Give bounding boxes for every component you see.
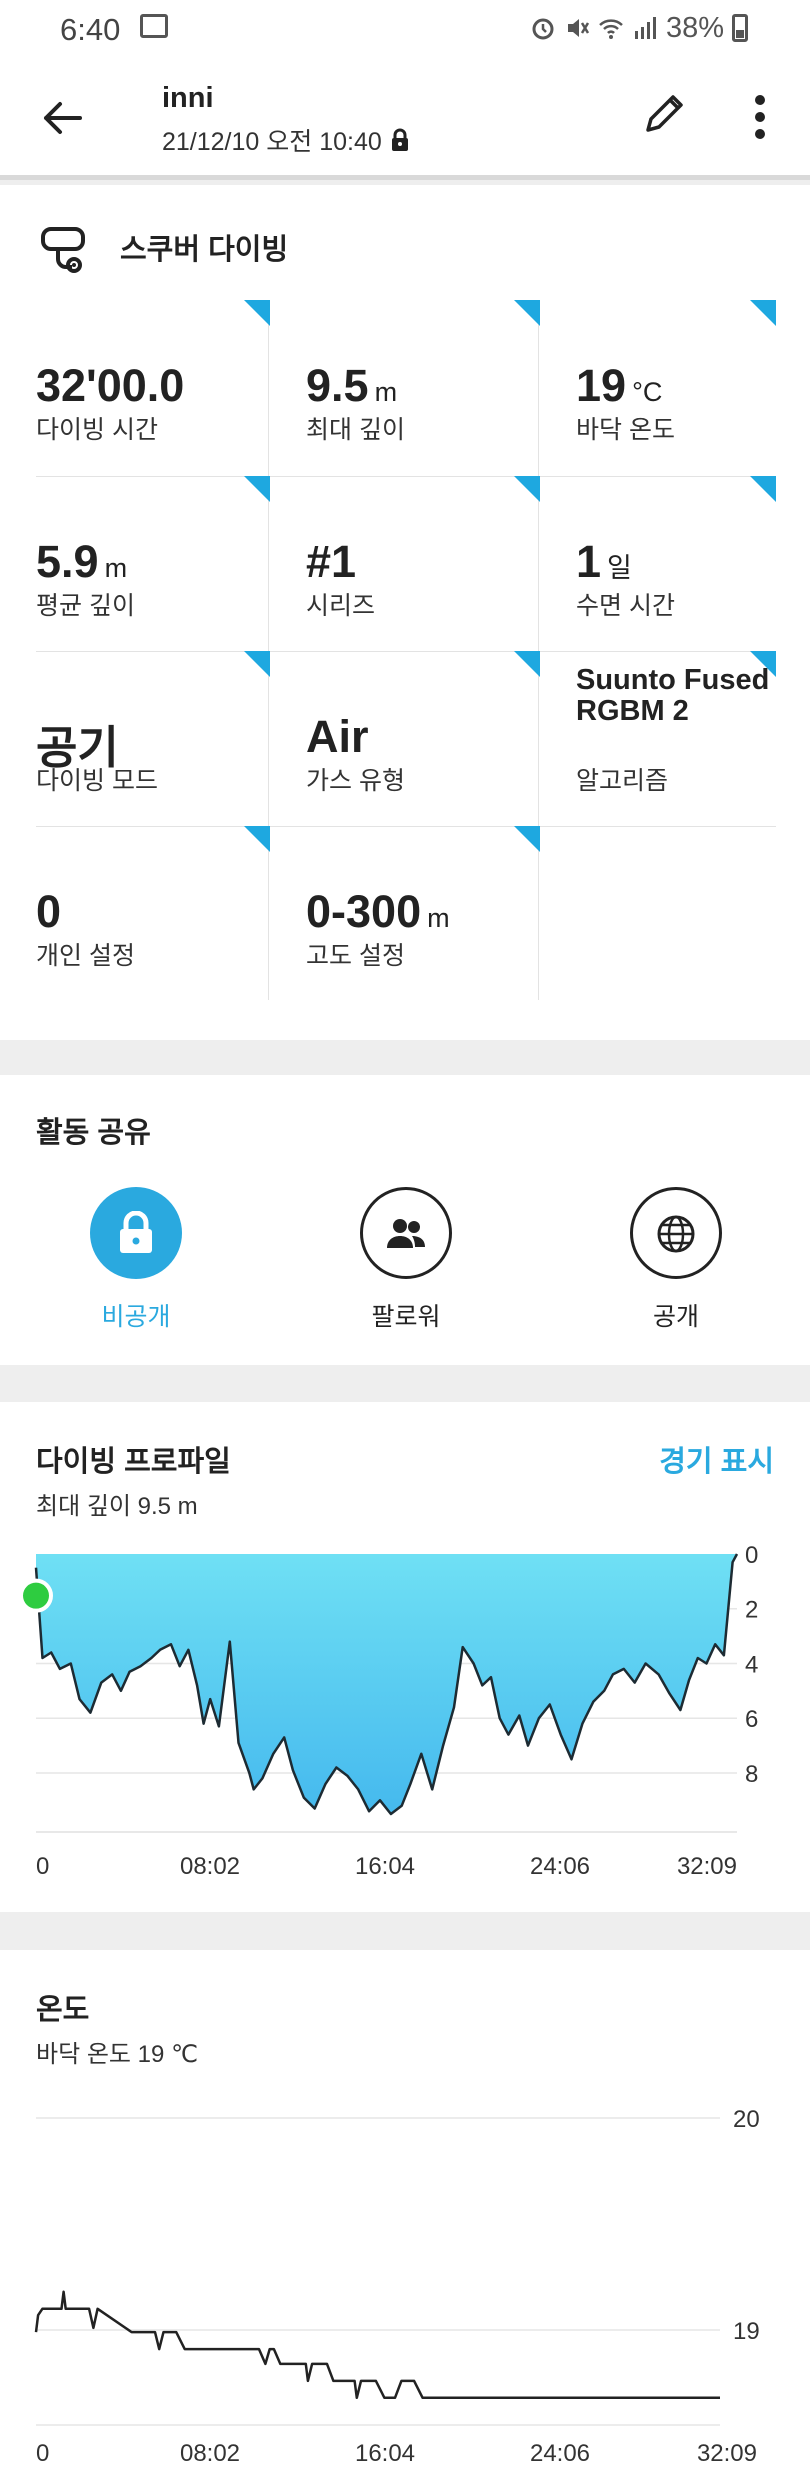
x-tick-label: 16:04 — [355, 2440, 415, 2467]
stat-series[interactable]: #1 시리즈 — [306, 476, 540, 651]
stat-value: Suunto Fused RGBM 2 — [576, 664, 770, 727]
x-tick-label: 32:09 — [677, 1853, 737, 1880]
stat-gas-type[interactable]: Air 가스 유형 — [306, 651, 540, 826]
temperature-subtitle: 바닥 온도 19 ℃ — [36, 2041, 198, 2068]
back-arrow-icon[interactable] — [40, 96, 84, 140]
temperature-line — [34, 2290, 720, 2400]
share-private-label[interactable]: 비공개 — [56, 1297, 216, 1333]
battery-icon — [732, 14, 748, 42]
stat-altitude-setting[interactable]: 0-300 m 고도 설정 — [306, 826, 540, 1001]
stat-bottom-temp[interactable]: 19 °C 바닥 온도 — [576, 300, 776, 475]
stat-value: 19 — [576, 360, 627, 411]
x-tick-label: 16:04 — [355, 1853, 415, 1880]
stat-value: 0-300 — [306, 886, 422, 937]
alarm-icon — [532, 18, 554, 40]
y-tick-label: 6 — [745, 1706, 758, 1733]
share-followers-label[interactable]: 팔로워 — [326, 1297, 486, 1333]
status-time: 6:40 — [60, 12, 121, 47]
y-tick-label: 2 — [745, 1597, 758, 1624]
x-tick-label: 08:02 — [180, 2440, 240, 2467]
more-vert-icon[interactable] — [752, 92, 768, 142]
x-tick-label: 0 — [36, 2440, 49, 2467]
y-tick-label: 19 — [733, 2318, 760, 2345]
share-private-button[interactable] — [90, 1187, 182, 1279]
stat-label: 알고리즘 — [576, 767, 669, 795]
stat-label: 바닥 온도 — [576, 416, 675, 444]
app-header: inni 21/12/10 오전 10:40 — [0, 56, 810, 180]
show-race-link[interactable]: 경기 표시 — [659, 1438, 774, 1480]
dive-profile-card: 0 2 4 6 8 0 08:02 16:04 24:06 32:09 다이빙 프로파일 최대 깊… — [0, 1402, 810, 1912]
stat-label: 최대 깊이 — [306, 416, 405, 444]
stat-label: 수면 시간 — [576, 592, 675, 620]
temperature-card: 19 20 0 08:02 16:04 24:06 32:09 온도 바닥 온도 19 ℃ — [0, 1950, 810, 2491]
activity-title: 스쿠버 다이빙 — [120, 234, 289, 266]
stat-label: 개인 설정 — [36, 942, 135, 970]
x-tick-label: 24:06 — [530, 1853, 590, 1880]
share-public-button[interactable] — [630, 1187, 722, 1279]
stat-value: 32'00.0 — [36, 360, 185, 411]
activity-type: 스쿠버 다이빙 — [36, 217, 288, 277]
profile-subtitle: 최대 깊이 9.5 m — [36, 1493, 198, 1520]
stat-dive-mode[interactable]: 공기 다이빙 모드 — [36, 651, 270, 826]
stat-label: 고도 설정 — [306, 942, 405, 970]
stat-algorithm[interactable]: Suunto Fused RGBM 2 알고리즘 — [576, 651, 776, 826]
stat-label: 시리즈 — [306, 592, 376, 620]
y-tick-label: 0 — [745, 1542, 758, 1569]
share-title: 활동 공유 — [36, 1117, 151, 1149]
image-icon — [140, 14, 168, 38]
stat-surface-time[interactable]: 1일 수면 시간 — [576, 476, 776, 651]
stat-label: 다이빙 모드 — [36, 767, 158, 795]
y-tick-label: 20 — [733, 2106, 760, 2133]
temperature-title: 온도 — [36, 1994, 90, 2026]
profile-title: 다이빙 프로파일 — [36, 1446, 231, 1478]
user-name[interactable]: inni — [162, 82, 214, 115]
wifi-icon — [599, 19, 623, 39]
status-bar: 6:40 38% — [0, 0, 810, 56]
stat-personal-setting[interactable]: 0 개인 설정 — [36, 826, 270, 1001]
stat-value: 0 — [36, 886, 62, 937]
mute-icon — [567, 19, 590, 37]
stat-label: 평균 깊이 — [36, 592, 135, 620]
x-tick-label: 0 — [36, 1853, 49, 1880]
dive-summary-card: 스쿠버 다이빙 32'00.0 다이빙 시간 9.5 m 최대 깊이 19 °C 바… — [0, 185, 810, 1040]
stat-value: Air — [306, 711, 369, 762]
x-tick-label: 32:09 — [697, 2440, 757, 2467]
stat-max-depth[interactable]: 9.5 m 최대 깊이 — [306, 300, 540, 475]
stat-value: 1 — [576, 536, 602, 587]
y-tick-label: 8 — [745, 1761, 758, 1788]
share-public-label[interactable]: 공개 — [596, 1297, 756, 1333]
stat-label: 다이빙 시간 — [36, 416, 158, 444]
scuba-mask-icon — [41, 227, 85, 273]
x-tick-label: 24:06 — [530, 2440, 590, 2467]
stat-avg-depth[interactable]: 5.9 m 평균 깊이 — [36, 476, 270, 651]
status-icons: 38% — [530, 10, 748, 46]
stat-value: 5.9 — [36, 536, 99, 587]
signal-icon — [634, 17, 656, 39]
start-marker — [19, 1578, 53, 1613]
activity-date-text: 21/12/10 오전 10:40 — [162, 128, 382, 156]
share-followers-button[interactable] — [360, 1187, 452, 1279]
stat-dive-time[interactable]: 32'00.0 다이빙 시간 — [36, 300, 270, 475]
depth-area — [36, 1554, 737, 1814]
battery-percent: 38% — [665, 11, 724, 44]
lock-icon — [391, 128, 408, 151]
share-card: 활동 공유 비공개 팔로워 공개 — [0, 1075, 810, 1365]
x-tick-label: 08:02 — [180, 1853, 240, 1880]
stat-value: 9.5 — [306, 360, 369, 411]
followers-icon — [387, 1219, 425, 1248]
temperature-chart: 19 20 0 08:02 16:04 24:06 32:09 — [34, 2106, 760, 2467]
edit-pencil-icon[interactable] — [640, 88, 690, 138]
stat-value: #1 — [306, 536, 357, 587]
globe-icon — [657, 1215, 695, 1253]
activity-date: 21/12/10 오전 10:40 — [162, 122, 410, 158]
lock-icon — [120, 1211, 152, 1253]
y-tick-label: 4 — [745, 1651, 758, 1678]
stat-label: 가스 유형 — [306, 767, 405, 795]
